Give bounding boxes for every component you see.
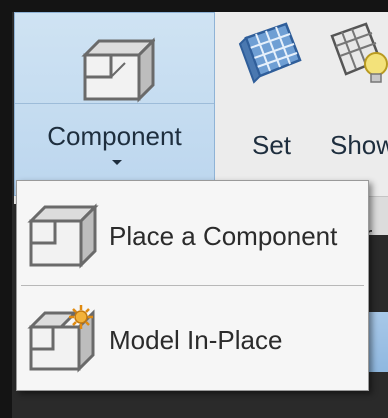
component-button[interactable]: Component (14, 12, 215, 196)
chevron-down-icon[interactable] (112, 160, 122, 165)
place-component-icon (27, 203, 99, 269)
set-button[interactable]: Set (236, 20, 304, 160)
component-box-icon (81, 37, 155, 103)
show-label: Show (330, 130, 388, 160)
menu-item-model-in-place[interactable]: Model In-Place (17, 289, 368, 389)
set-label: Set (252, 130, 292, 160)
menu-item-label: Place a Component (109, 221, 338, 251)
menu-item-place-component[interactable]: Place a Component (17, 185, 368, 285)
workplane-grid-icon (238, 22, 302, 84)
show-workplane-icon (330, 22, 388, 83)
menu-item-label: Model In-Place (109, 325, 283, 355)
component-dropdown-menu: Place a Component Model In-Place (16, 180, 369, 391)
component-label: Component (47, 121, 182, 151)
model-in-place-icon (27, 305, 95, 373)
menu-divider (21, 285, 364, 286)
show-button[interactable]: Show (326, 20, 388, 160)
